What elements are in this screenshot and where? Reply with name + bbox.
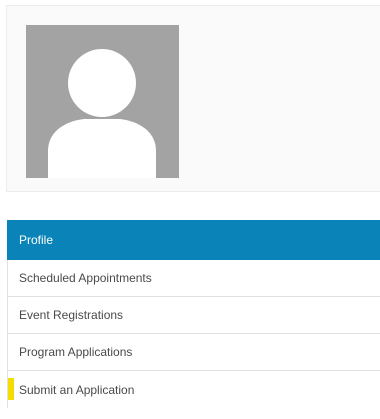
highlight-marker	[8, 378, 14, 400]
nav-item-label: Scheduled Appointments	[19, 271, 152, 285]
nav-item-label: Submit an Application	[19, 382, 135, 397]
profile-nav: Profile Scheduled Appointments Event Reg…	[7, 220, 380, 408]
nav-item-profile[interactable]: Profile	[7, 220, 380, 260]
nav-item-scheduled-appointments[interactable]: Scheduled Appointments	[7, 260, 380, 297]
nav-item-label: Event Registrations	[19, 308, 124, 322]
nav-item-submit-application[interactable]: Submit an Application	[7, 371, 380, 408]
nav-item-program-applications[interactable]: Program Applications	[7, 334, 380, 371]
nav-item-event-registrations[interactable]: Event Registrations	[7, 297, 380, 334]
nav-item-label: Program Applications	[19, 345, 133, 359]
user-silhouette-icon	[48, 49, 156, 178]
nav-item-label: Profile	[19, 233, 54, 247]
profile-card	[6, 5, 380, 192]
avatar	[26, 25, 179, 178]
